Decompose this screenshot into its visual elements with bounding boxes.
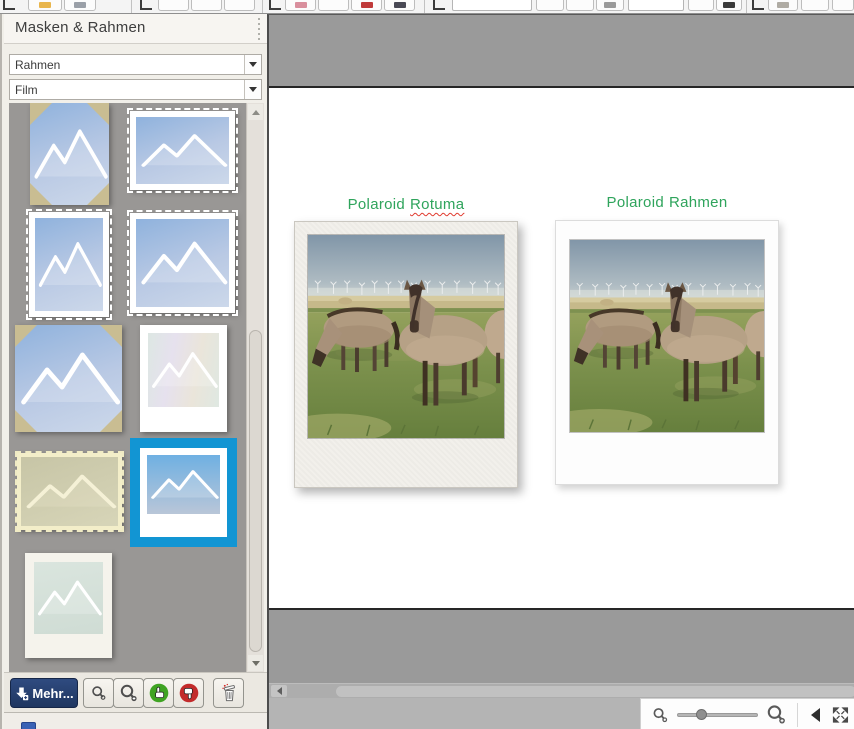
caption-prefix: Polaroid: [348, 196, 405, 213]
zoom-in-icon[interactable]: [765, 703, 788, 727]
toolbar-button[interactable]: [351, 0, 382, 11]
top-toolbar: [0, 0, 854, 14]
toolbar-button[interactable]: [566, 0, 594, 11]
toolbar-icon[interactable]: [3, 0, 15, 10]
zoom-toolbar: [640, 698, 854, 729]
app-window: Masken & Rahmen Rahmen Film: [0, 0, 854, 729]
toolbar-button[interactable]: [64, 0, 96, 11]
frame-thumbnail-sepia-deckle[interactable]: [17, 453, 122, 530]
panel-drag-handle-icon[interactable]: [257, 18, 261, 40]
frame-thumbnail-photo-corners-square[interactable]: [15, 325, 122, 432]
triangle-left-icon: [277, 687, 282, 695]
magnifier-minus-icon: [90, 684, 108, 702]
toolbar-button[interactable]: [28, 0, 62, 11]
scroll-left-button[interactable]: [271, 685, 287, 697]
toolbar-field[interactable]: [452, 0, 532, 11]
frame-thumbnail-polaroid-vintage[interactable]: [25, 553, 112, 658]
frame-thumbnail-deckle-landscape[interactable]: [130, 111, 235, 190]
subcategory-dropdown-value: Film: [10, 83, 244, 97]
caption-polaroid-rotuma[interactable]: Polaroid Rotuma: [294, 196, 518, 213]
toolbar-button[interactable]: [536, 0, 564, 11]
canvas-background: [269, 610, 854, 683]
status-icon: [21, 722, 36, 729]
toolbar-icon[interactable]: [752, 0, 764, 10]
frame-thumbnail-polaroid-classic-selected[interactable]: [130, 438, 237, 547]
scrollbar-thumb[interactable]: [336, 686, 854, 697]
frame-thumbnail-grid: [9, 103, 264, 672]
dropdown-arrow-button[interactable]: [244, 55, 261, 74]
panel-scrollbar[interactable]: [246, 103, 264, 672]
toolbar-button[interactable]: [596, 0, 624, 11]
panel-status-strip: [4, 712, 267, 729]
zoom-slider-thumb[interactable]: [696, 709, 707, 720]
caption-prefix: Polaroid: [607, 194, 664, 211]
panel-header: Masken & Rahmen: [4, 14, 267, 44]
zoom-out-icon[interactable]: [651, 705, 670, 725]
zoom-slider[interactable]: [677, 708, 758, 722]
triangle-up-icon: [252, 110, 260, 115]
chevron-down-icon: [249, 87, 257, 92]
download-plus-icon: [14, 686, 29, 701]
toolbar-button[interactable]: [224, 0, 255, 11]
toolbar-icon[interactable]: [140, 0, 152, 10]
toolbar-button[interactable]: [832, 0, 854, 11]
caption-polaroid-rahmen[interactable]: Polaroid Rahmen: [555, 194, 779, 211]
triangle-down-icon: [252, 661, 260, 666]
polaroid-frame-textured[interactable]: [294, 221, 518, 488]
magnifier-plus-icon: [119, 683, 139, 703]
frame-thumbnail-deckle-square[interactable]: [130, 213, 235, 313]
panel-title: Masken & Rahmen: [15, 19, 146, 36]
horse-photo: [308, 235, 504, 438]
toolbar-button[interactable]: [768, 0, 798, 11]
panel-footer: Mehr...: [4, 672, 267, 712]
toolbar-button[interactable]: [688, 0, 714, 11]
toolbar-button[interactable]: [716, 0, 742, 11]
scrollbar-thumb[interactable]: [249, 330, 262, 652]
horse-photo: [570, 240, 764, 432]
frame-thumbnail-photo-corners-portrait[interactable]: [30, 103, 109, 205]
thumbs-up-icon: [148, 682, 170, 704]
frame-thumbnail-deckle-portrait[interactable]: [29, 212, 109, 317]
category-dropdown[interactable]: Rahmen: [9, 54, 262, 75]
collapse-panel-button[interactable]: [811, 708, 820, 722]
delete-frame-button[interactable]: [213, 678, 244, 708]
zoom-slider-track[interactable]: [677, 713, 758, 717]
scroll-up-button[interactable]: [248, 104, 263, 120]
more-frames-button[interactable]: Mehr...: [10, 678, 78, 708]
trash-icon: [218, 682, 240, 704]
polaroid-frame-flat[interactable]: [555, 220, 779, 485]
toolbar-button[interactable]: [191, 0, 222, 11]
masks-frames-panel: Masken & Rahmen Rahmen Film: [0, 14, 267, 729]
frame-thumbnail-polaroid-rainbow[interactable]: [140, 325, 227, 432]
caption-word: Rahmen: [669, 194, 728, 211]
document-page: Polaroid Rotuma Polaroid Rahmen: [269, 86, 854, 610]
more-button-label: Mehr...: [32, 686, 73, 701]
document-canvas[interactable]: Polaroid Rotuma Polaroid Rahmen: [267, 14, 854, 729]
toolbar-button[interactable]: [318, 0, 349, 11]
toolbar-button[interactable]: [801, 0, 829, 11]
fit-to-window-icon[interactable]: [831, 705, 850, 725]
toolbar-field[interactable]: [628, 0, 684, 11]
dropdown-arrow-button[interactable]: [244, 80, 261, 99]
chevron-down-icon: [249, 62, 257, 67]
zoom-out-button[interactable]: [83, 678, 114, 708]
category-dropdown-value: Rahmen: [10, 58, 244, 72]
thumbs-up-button[interactable]: [143, 678, 174, 708]
toolbar-button[interactable]: [158, 0, 189, 11]
zoom-in-button[interactable]: [113, 678, 144, 708]
scroll-down-button[interactable]: [248, 655, 263, 671]
toolbar-button[interactable]: [384, 0, 415, 11]
caption-word-misspelled: Rotuma: [410, 196, 464, 213]
thumbs-down-button[interactable]: [173, 678, 204, 708]
toolbar-icon[interactable]: [433, 0, 445, 10]
subcategory-dropdown[interactable]: Film: [9, 79, 262, 100]
thumbs-down-icon: [178, 682, 200, 704]
toolbar-icon[interactable]: [269, 0, 281, 10]
toolbar-button[interactable]: [285, 0, 316, 11]
horizontal-scrollbar[interactable]: [269, 683, 854, 698]
